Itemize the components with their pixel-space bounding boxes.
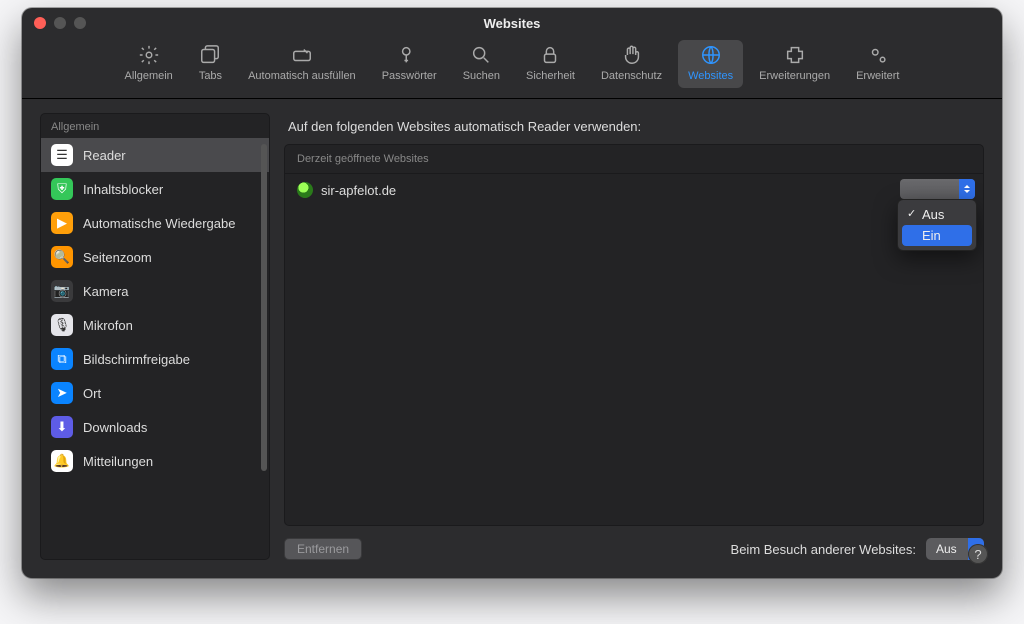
scrollbar-thumb[interactable] — [261, 144, 267, 471]
dropdown-option-ein[interactable]: Ein — [902, 225, 972, 246]
tab-tabs[interactable]: Tabs — [189, 40, 232, 88]
tab-extensions[interactable]: Erweiterungen — [749, 40, 840, 88]
lock-icon — [539, 44, 561, 66]
tab-privacy[interactable]: Datenschutz — [591, 40, 672, 88]
tab-websites[interactable]: Websites — [678, 40, 743, 88]
tab-label: Sicherheit — [526, 70, 575, 82]
magnifier-icon: 🔍 — [51, 246, 73, 268]
sidebar-item-screen-sharing[interactable]: ⧉ Bildschirmfreigabe — [41, 342, 269, 376]
tab-label: Allgemein — [125, 70, 173, 82]
select-button[interactable] — [900, 179, 975, 199]
main-panel: Auf den folgenden Websites automatisch R… — [284, 113, 984, 560]
listbox-header: Derzeit geöffnete Websites — [285, 145, 983, 174]
sidebar-item-camera[interactable]: 📷 Kamera — [41, 274, 269, 308]
reader-icon: ☰ — [51, 144, 73, 166]
camera-icon: 📷 — [51, 280, 73, 302]
sidebar-list: ☰ Reader ⛨ Inhaltsblocker ▶ Automatische… — [41, 138, 269, 559]
search-icon — [470, 44, 492, 66]
tab-label: Passwörter — [382, 70, 437, 82]
sidebar-item-label: Seitenzoom — [83, 250, 152, 265]
tab-label: Erweitert — [856, 70, 899, 82]
gear-icon — [138, 44, 160, 66]
website-row[interactable]: sir-apfelot.de — [285, 174, 983, 206]
sidebar-item-autoplay[interactable]: ▶ Automatische Wiedergabe — [41, 206, 269, 240]
main-footer: Entfernen Beim Besuch anderer Websites: … — [284, 526, 984, 560]
gears-icon — [867, 44, 889, 66]
content-body: Allgemein ☰ Reader ⛨ Inhaltsblocker ▶ Au… — [22, 99, 1002, 578]
tab-label: Websites — [688, 70, 733, 82]
window-title: Websites — [22, 16, 1002, 31]
tab-autofill[interactable]: Automatisch ausfüllen — [238, 40, 366, 88]
sidebar-item-label: Inhaltsblocker — [83, 182, 163, 197]
sidebar-item-label: Ort — [83, 386, 101, 401]
select-stepper-icon — [959, 179, 975, 199]
other-websites-label: Beim Besuch anderer Websites: — [731, 542, 916, 557]
sidebar-item-label: Automatische Wiedergabe — [83, 216, 235, 231]
tab-label: Erweiterungen — [759, 70, 830, 82]
tab-security[interactable]: Sicherheit — [516, 40, 585, 88]
dropdown-menu: Aus Ein — [897, 199, 977, 251]
sidebar-item-downloads[interactable]: ⬇ Downloads — [41, 410, 269, 444]
tab-search[interactable]: Suchen — [453, 40, 510, 88]
pencil-box-icon — [291, 44, 313, 66]
sidebar: Allgemein ☰ Reader ⛨ Inhaltsblocker ▶ Au… — [40, 113, 270, 560]
download-icon: ⬇ — [51, 416, 73, 438]
screen-icon: ⧉ — [51, 348, 73, 370]
tabs-icon — [199, 44, 221, 66]
websites-listbox: Derzeit geöffnete Websites sir-apfelot.d… — [284, 144, 984, 526]
tab-label: Suchen — [463, 70, 500, 82]
play-icon: ▶ — [51, 212, 73, 234]
sidebar-item-label: Mikrofon — [83, 318, 133, 333]
sidebar-item-reader[interactable]: ☰ Reader — [41, 138, 269, 172]
bell-icon: 🔔 — [51, 450, 73, 472]
sidebar-item-content-blocker[interactable]: ⛨ Inhaltsblocker — [41, 172, 269, 206]
tab-advanced[interactable]: Erweitert — [846, 40, 909, 88]
microphone-icon: 🎙 — [51, 314, 73, 336]
sidebar-item-label: Downloads — [83, 420, 147, 435]
location-icon: ➤ — [51, 382, 73, 404]
sidebar-item-notifications[interactable]: 🔔 Mitteilungen — [41, 444, 269, 478]
globe-icon — [700, 44, 722, 66]
sidebar-item-label: Kamera — [83, 284, 129, 299]
sidebar-item-location[interactable]: ➤ Ort — [41, 376, 269, 410]
tab-label: Tabs — [199, 70, 222, 82]
tab-label: Datenschutz — [601, 70, 662, 82]
main-heading: Auf den folgenden Websites automatisch R… — [284, 113, 984, 144]
other-websites-value: Aus — [936, 542, 957, 556]
preferences-toolbar: Allgemein Tabs Automatisch ausfüllen Pas… — [22, 38, 1002, 99]
puzzle-icon — [784, 44, 806, 66]
help-button[interactable]: ? — [968, 544, 988, 564]
titlebar: Websites — [22, 8, 1002, 38]
sidebar-item-page-zoom[interactable]: 🔍 Seitenzoom — [41, 240, 269, 274]
favicon-icon — [297, 182, 313, 198]
dropdown-option-aus[interactable]: Aus — [902, 204, 972, 225]
hand-icon — [621, 44, 643, 66]
tab-label: Automatisch ausfüllen — [248, 70, 356, 82]
sidebar-item-label: Reader — [83, 148, 126, 163]
sidebar-item-microphone[interactable]: 🎙 Mikrofon — [41, 308, 269, 342]
sidebar-item-label: Mitteilungen — [83, 454, 153, 469]
shield-icon: ⛨ — [51, 178, 73, 200]
website-domain: sir-apfelot.de — [321, 183, 396, 198]
tab-passwords[interactable]: Passwörter — [372, 40, 447, 88]
sidebar-item-label: Bildschirmfreigabe — [83, 352, 190, 367]
key-icon — [398, 44, 420, 66]
sidebar-scrollbar[interactable] — [261, 144, 267, 553]
remove-button[interactable]: Entfernen — [284, 538, 362, 560]
preferences-window: Websites Allgemein Tabs Automatisch ausf… — [22, 8, 1002, 578]
sidebar-section-header: Allgemein — [41, 114, 269, 138]
tab-general[interactable]: Allgemein — [115, 40, 183, 88]
row-value-select[interactable] — [900, 179, 975, 199]
